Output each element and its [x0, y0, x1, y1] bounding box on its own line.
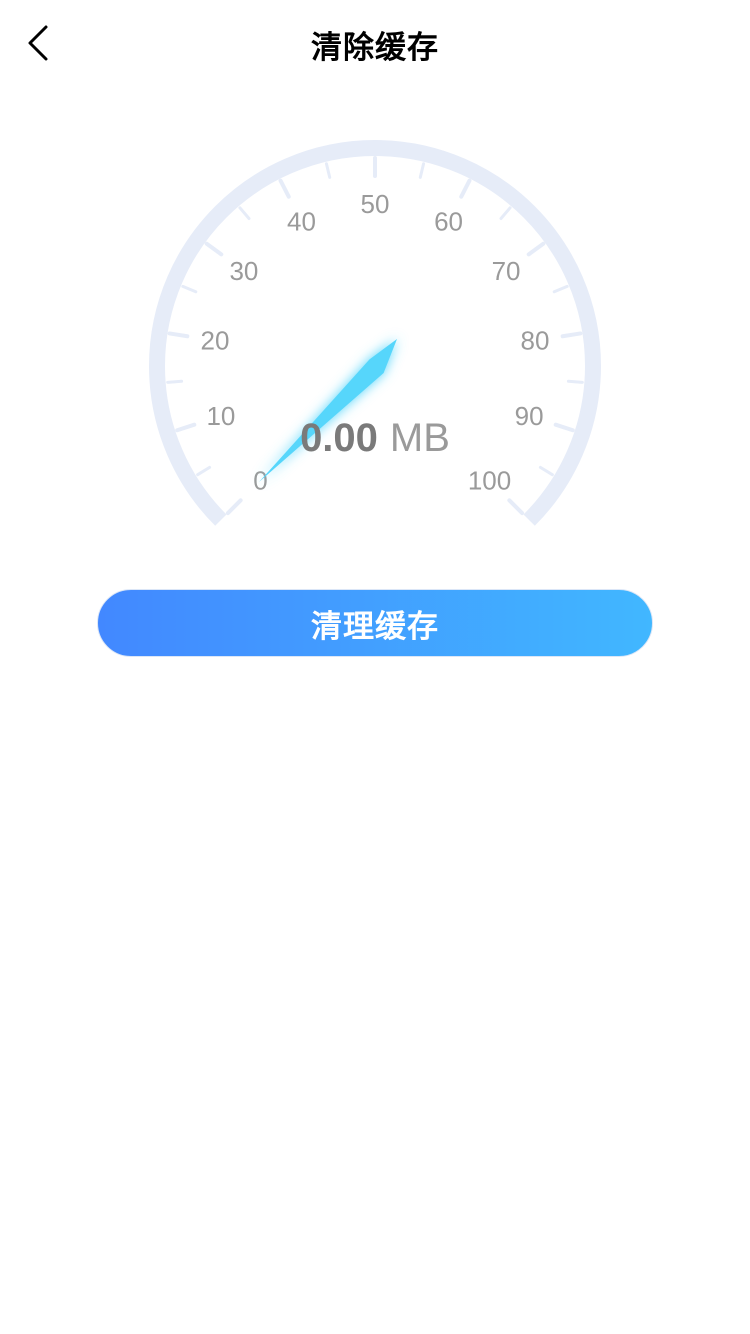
gauge-tick-label: 80 — [521, 326, 550, 356]
gauge-major-tick — [507, 498, 525, 516]
gauge-major-tick — [459, 178, 472, 199]
gauge-minor-tick — [181, 284, 198, 294]
gauge-major-tick — [526, 241, 546, 257]
gauge-tick-label: 70 — [492, 256, 521, 286]
gauge-major-tick — [225, 498, 243, 516]
gauge-minor-tick — [166, 379, 184, 384]
gauge-minor-tick — [418, 162, 426, 179]
gauge-minor-tick — [196, 465, 212, 477]
gauge-value-number: 0.00 — [300, 416, 378, 460]
gauge-major-tick — [204, 241, 224, 257]
gauge-major-tick — [553, 422, 575, 433]
gauge-tick-label: 60 — [434, 207, 463, 237]
gauge-major-tick — [560, 331, 583, 339]
gauge-tick-label: 30 — [229, 256, 258, 286]
gauge-major-tick — [175, 422, 197, 433]
clean-cache-button[interactable]: 清理缓存 — [97, 589, 653, 657]
page-title: 清除缓存 — [311, 30, 439, 66]
gauge-minor-tick — [538, 465, 554, 477]
gauge-tick-label: 10 — [206, 401, 235, 431]
gauge-tick-label: 90 — [515, 401, 544, 431]
gauge-minor-tick — [566, 379, 584, 384]
cache-gauge: 0 10 20 30 40 50 60 70 80 90 100 0.00 MB — [0, 90, 750, 560]
gauge-tick-label: 100 — [468, 466, 511, 496]
gauge-needle — [259, 339, 397, 482]
gauge-value: 0.00 MB — [300, 416, 450, 460]
gauge-major-tick — [278, 178, 291, 199]
gauge-minor-tick — [324, 162, 332, 179]
gauge-tick-label: 40 — [287, 207, 316, 237]
gauge-tick-label: 20 — [201, 326, 230, 356]
gauge-major-tick — [167, 331, 190, 339]
gauge-minor-tick — [499, 206, 512, 220]
gauge-value-unit: MB — [390, 416, 450, 460]
gauge-minor-tick — [238, 206, 251, 220]
gauge-tick-label: 50 — [361, 189, 390, 219]
gauge-minor-tick — [552, 284, 569, 294]
nav-bar: 清除缓存 — [0, 0, 750, 90]
gauge-dial: 0102030405060708090100 0.00 MB — [149, 140, 601, 526]
